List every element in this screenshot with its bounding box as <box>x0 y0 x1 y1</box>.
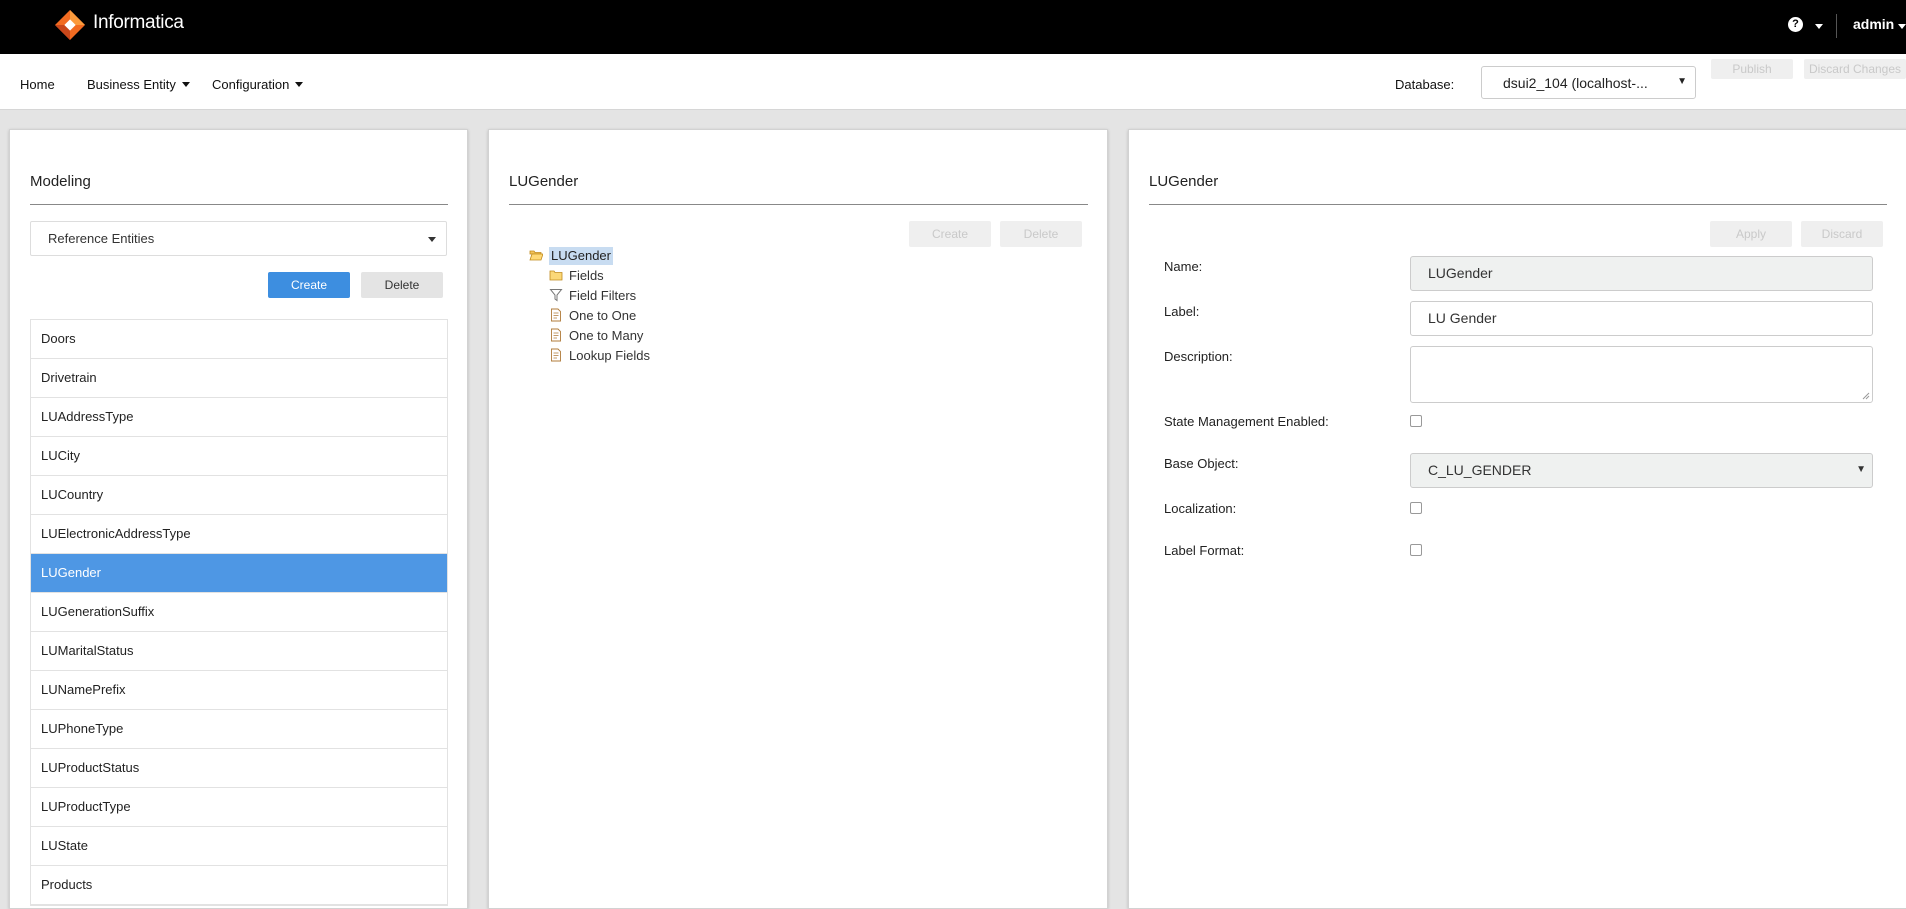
label-field[interactable]: LU Gender <box>1410 301 1873 336</box>
dropdown-arrow-icon: ▼ <box>1677 76 1687 87</box>
apply-button[interactable]: Apply <box>1710 221 1792 247</box>
name-field[interactable]: LUGender <box>1410 256 1873 291</box>
entity-type-value: Reference Entities <box>48 231 155 246</box>
chevron-down-icon <box>295 82 304 87</box>
database-label: Database: <box>1395 77 1455 92</box>
tree-node-label: One to One <box>569 308 637 323</box>
description-field[interactable] <box>1410 346 1873 403</box>
description-label: Description: <box>1164 349 1233 364</box>
document-icon <box>551 348 561 362</box>
title-divider <box>1149 204 1887 205</box>
base-object-value: C_LU_GENDER <box>1428 462 1532 478</box>
delete-node-button[interactable]: Delete <box>1000 221 1082 247</box>
discard-button[interactable]: Discard <box>1801 221 1883 247</box>
entity-item-doors[interactable]: Doors <box>31 320 447 359</box>
label-format-checkbox[interactable] <box>1410 544 1422 556</box>
nav-business-entity[interactable]: Business Entity <box>87 77 190 92</box>
document-icon <box>551 308 561 322</box>
entity-item-drivetrain[interactable]: Drivetrain <box>31 359 447 398</box>
document-icon <box>551 328 561 342</box>
tree-node-label: Field Filters <box>569 288 637 303</box>
label-value: LU Gender <box>1428 310 1497 326</box>
user-menu[interactable]: admin <box>1853 16 1894 32</box>
database-value: dsui2_104 (localhost-... <box>1503 75 1648 91</box>
entity-item-luphonetype[interactable]: LUPhoneType <box>31 710 447 749</box>
entity-tree-panel: LUGender Create Delete LUGender Fields F… <box>488 129 1108 909</box>
tree-node-label: Lookup Fields <box>569 348 650 363</box>
state-management-label: State Management Enabled: <box>1164 414 1329 429</box>
entity-item-lugender[interactable]: LUGender <box>31 554 447 593</box>
entity-type-select[interactable]: Reference Entities <box>30 221 447 256</box>
entity-item-luelectronicaddresstype[interactable]: LUElectronicAddressType <box>31 515 447 554</box>
entity-item-lucity[interactable]: LUCity <box>31 437 447 476</box>
nav-home[interactable]: Home <box>20 77 55 92</box>
label-label: Label: <box>1164 304 1200 319</box>
detail-panel-title: LUGender <box>1149 173 1219 190</box>
nav-configuration[interactable]: Configuration <box>212 77 304 92</box>
help-menu-caret-icon[interactable] <box>1815 24 1823 29</box>
create-node-button[interactable]: Create <box>909 221 991 247</box>
name-label: Name: <box>1164 259 1203 274</box>
entity-list: Doors Drivetrain LUAddressType LUCity LU… <box>30 319 448 906</box>
entity-item-luproducttype[interactable]: LUProductType <box>31 788 447 827</box>
create-entity-button[interactable]: Create <box>268 272 350 298</box>
folder-icon <box>549 270 563 281</box>
localization-checkbox[interactable] <box>1410 502 1422 514</box>
entity-item-lugenerationsuffix[interactable]: LUGenerationSuffix <box>31 593 447 632</box>
help-icon[interactable]: ? <box>1788 17 1803 32</box>
label-format-label: Label Format: <box>1164 543 1245 558</box>
dropdown-arrow-icon: ▼ <box>1856 464 1866 475</box>
chevron-down-icon <box>428 237 436 242</box>
entity-item-lustate[interactable]: LUState <box>31 827 447 866</box>
user-menu-caret-icon[interactable] <box>1898 24 1906 29</box>
folder-open-icon <box>529 250 543 261</box>
publish-button[interactable]: Publish <box>1711 59 1793 79</box>
tree-root-label: LUGender <box>549 247 613 265</box>
tree-node-label: Fields <box>569 268 604 283</box>
delete-entity-button[interactable]: Delete <box>361 272 443 298</box>
tree-node-label: One to Many <box>569 328 644 343</box>
nav-bar: Home Business Entity Configuration Datab… <box>0 54 1906 110</box>
title-divider <box>30 204 448 205</box>
filter-icon <box>549 289 563 302</box>
entity-item-lucountry[interactable]: LUCountry <box>31 476 447 515</box>
state-management-checkbox[interactable] <box>1410 415 1422 427</box>
modeling-title: Modeling <box>30 173 91 190</box>
modeling-panel: Modeling Reference Entities Create Delet… <box>9 129 468 909</box>
discard-changes-button[interactable]: Discard Changes <box>1804 59 1906 79</box>
name-value: LUGender <box>1428 265 1493 281</box>
top-bar: Informatica ? admin <box>0 0 1906 54</box>
entity-item-lumaritalstatus[interactable]: LUMaritalStatus <box>31 632 447 671</box>
top-bar-divider <box>1836 14 1837 38</box>
resize-handle-icon[interactable] <box>1862 392 1870 400</box>
entity-item-luaddresstype[interactable]: LUAddressType <box>31 398 447 437</box>
localization-label: Localization: <box>1164 501 1237 516</box>
tree-panel-title: LUGender <box>509 173 579 190</box>
base-object-label: Base Object: <box>1164 456 1239 471</box>
entity-item-lunameprefix[interactable]: LUNamePrefix <box>31 671 447 710</box>
entity-item-products[interactable]: Products <box>31 866 447 905</box>
base-object-select[interactable]: C_LU_GENDER ▼ <box>1410 453 1873 488</box>
title-divider <box>509 204 1088 205</box>
brand-name: Informatica <box>93 12 184 33</box>
database-select[interactable]: dsui2_104 (localhost-... ▼ <box>1481 66 1696 99</box>
entity-detail-panel: LUGender Apply Discard Name: LUGender La… <box>1128 129 1906 909</box>
entity-item-luproductstatus[interactable]: LUProductStatus <box>31 749 447 788</box>
informatica-logo <box>55 10 85 40</box>
chevron-down-icon <box>181 82 190 87</box>
